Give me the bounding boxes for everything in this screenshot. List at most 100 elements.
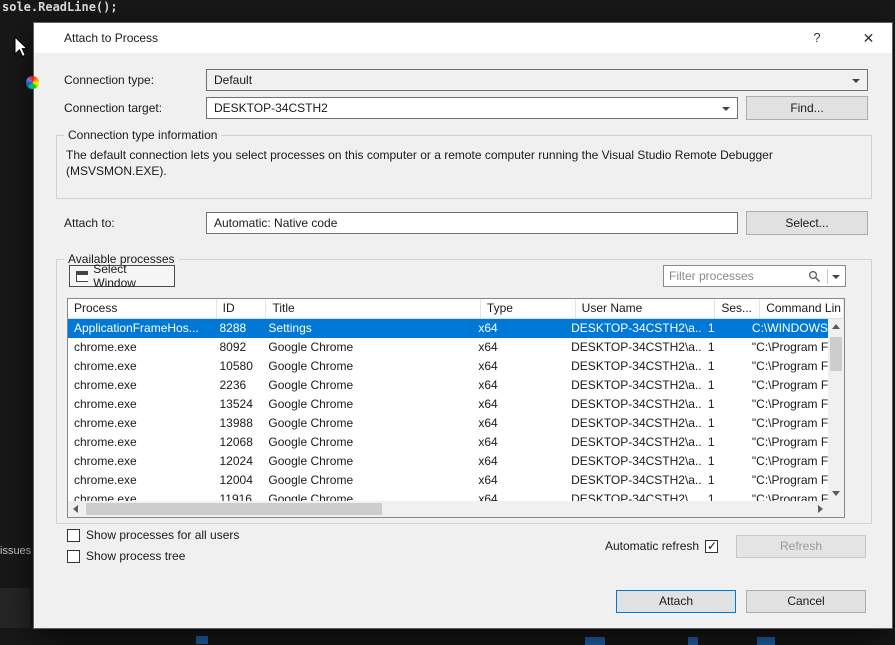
close-button[interactable]: ✕ xyxy=(844,23,893,53)
arrow-up-icon xyxy=(832,324,840,329)
process-row[interactable]: chrome.exe 12068 Google Chrome x64 DESKTOP-3… xyxy=(68,433,828,452)
column-header[interactable]: ID xyxy=(217,299,267,318)
search-icon[interactable] xyxy=(808,270,821,283)
checkbox-box-checked xyxy=(705,539,719,553)
process-row[interactable]: chrome.exe 8092 Google Chrome x64 DESKTOP-34… xyxy=(68,338,828,357)
process-cell: 11916 xyxy=(219,492,252,501)
horizontal-scrollbar-thumb[interactable] xyxy=(86,503,382,515)
process-cell: "C:\Program Fi xyxy=(751,492,828,501)
process-cell: 10580 xyxy=(219,359,253,373)
process-cell: 1 xyxy=(707,416,715,430)
scroll-right-button[interactable] xyxy=(812,501,828,517)
taskbar-icon[interactable] xyxy=(585,637,605,645)
process-row[interactable]: chrome.exe 13988 Google Chrome x64 DESKTOP-3… xyxy=(68,414,828,433)
process-cell: "C:\Program Fi xyxy=(751,378,828,392)
horizontal-scrollbar[interactable] xyxy=(68,501,828,517)
process-cell: Google Chrome xyxy=(268,473,354,487)
process-cell: 8288 xyxy=(219,321,247,335)
column-header[interactable]: Type xyxy=(481,299,576,318)
refresh-button[interactable]: Refresh xyxy=(736,535,866,558)
process-cell: 12004 xyxy=(219,473,253,487)
scrollbar-corner xyxy=(828,501,844,517)
process-cell: 1 xyxy=(707,340,715,354)
taskbar-icon[interactable] xyxy=(688,637,698,645)
scroll-down-button[interactable] xyxy=(828,485,844,501)
process-cell: 1 xyxy=(707,435,715,449)
arrow-right-icon xyxy=(818,505,823,513)
filter-box xyxy=(663,265,846,287)
vertical-scrollbar-thumb[interactable] xyxy=(830,337,842,371)
select-window-button[interactable]: Select Window xyxy=(69,262,175,290)
column-header[interactable]: Command Lin xyxy=(760,299,844,318)
scroll-up-button[interactable] xyxy=(828,319,844,335)
column-header[interactable]: Process xyxy=(68,299,217,318)
column-header[interactable]: Ses... xyxy=(715,299,761,318)
process-row[interactable]: chrome.exe 12004 Google Chrome x64 DESKTOP-3… xyxy=(68,471,828,490)
window-icon xyxy=(76,270,89,282)
process-cell: 12024 xyxy=(219,454,253,468)
column-header[interactable]: Title xyxy=(266,299,481,318)
editor-code-line: sole.ReadLine(); xyxy=(2,0,118,14)
process-cell: C:\WINDOWS\ xyxy=(751,321,828,335)
automatic-refresh-checkbox[interactable]: Automatic refresh xyxy=(605,538,719,554)
process-row[interactable]: chrome.exe 12024 Google Chrome x64 DESKTOP-3… xyxy=(68,452,828,471)
show-all-users-checkbox[interactable]: Show processes for all users xyxy=(67,527,239,543)
process-cell: DESKTOP-34CSTH2\a... xyxy=(571,473,702,487)
find-button[interactable]: Find... xyxy=(746,96,868,120)
chevron-down-icon xyxy=(722,107,730,111)
process-cell: x64 xyxy=(478,435,498,449)
process-cell: x64 xyxy=(478,359,498,373)
process-cell: x64 xyxy=(478,492,498,501)
process-cell: chrome.exe xyxy=(74,340,137,354)
process-cell: 1 xyxy=(707,359,715,373)
select-button[interactable]: Select... xyxy=(746,211,868,235)
process-row[interactable]: chrome.exe 10580 Google Chrome x64 DESKTOP-3… xyxy=(68,357,828,376)
checkbox-box xyxy=(67,528,80,542)
show-process-tree-label: Show process tree xyxy=(86,549,186,563)
process-cell: DESKTOP-34CSTH2\a... xyxy=(571,454,702,468)
taskbar-icon[interactable] xyxy=(757,637,775,645)
process-cell: 8092 xyxy=(219,340,247,354)
connection-type-label: Connection type: xyxy=(64,73,155,87)
show-process-tree-checkbox[interactable]: Show process tree xyxy=(67,548,185,564)
automatic-refresh-label: Automatic refresh xyxy=(605,539,700,553)
scroll-left-button[interactable] xyxy=(68,501,84,517)
cancel-button[interactable]: Cancel xyxy=(746,590,866,613)
filter-dropdown-icon[interactable] xyxy=(832,275,840,279)
chevron-down-icon xyxy=(852,79,860,83)
process-row[interactable]: chrome.exe 11916 Google Chrome x64 DESKTOP-3… xyxy=(68,490,828,501)
filter-processes-input[interactable] xyxy=(669,267,799,285)
process-cell: Google Chrome xyxy=(268,378,354,392)
attach-button[interactable]: Attach xyxy=(616,590,736,613)
connection-type-dropdown[interactable]: Default xyxy=(206,69,868,91)
process-cell: 1 xyxy=(707,397,715,411)
process-cell: x64 xyxy=(478,340,498,354)
process-cell: 1 xyxy=(707,473,715,487)
process-row[interactable]: chrome.exe 2236 Google Chrome x64 DESKTOP-34… xyxy=(68,376,828,395)
process-row[interactable]: ApplicationFrameHos... 8288 Settings x64 DES… xyxy=(68,319,828,338)
process-cell: x64 xyxy=(478,378,498,392)
issues-status-label[interactable]: issues xyxy=(0,545,31,557)
vertical-scrollbar[interactable] xyxy=(828,319,844,501)
column-header[interactable]: User Name xyxy=(576,299,716,318)
background-panel xyxy=(0,588,30,628)
process-cell: DESKTOP-34CSTH2\... xyxy=(571,492,699,501)
process-cell: ApplicationFrameHos... xyxy=(74,321,199,335)
taskbar-icon[interactable] xyxy=(196,636,208,644)
process-cell: Settings xyxy=(268,321,312,335)
process-row[interactable]: chrome.exe 13524 Google Chrome x64 DESKTOP-3… xyxy=(68,395,828,414)
attach-to-field[interactable]: Automatic: Native code xyxy=(206,212,738,234)
process-cell: chrome.exe xyxy=(74,359,137,373)
process-cell: x64 xyxy=(478,473,498,487)
process-cell: DESKTOP-34CSTH2\a... xyxy=(571,340,702,354)
process-cell: "C:\Program Fi xyxy=(751,473,828,487)
help-button[interactable]: ? xyxy=(796,23,838,53)
process-cell: DESKTOP-34CSTH2\a... xyxy=(571,435,702,449)
process-cell: Google Chrome xyxy=(268,492,354,501)
connection-target-combobox[interactable]: DESKTOP-34CSTH2 xyxy=(206,97,738,119)
connection-type-value: Default xyxy=(214,73,253,87)
process-cell: x64 xyxy=(478,416,498,430)
process-table: Process ID Title Type User Name Ses... Command… xyxy=(67,298,845,518)
process-cell: 1 xyxy=(707,321,715,335)
process-cell: DESKTOP-34CSTH2\a... xyxy=(571,378,702,392)
